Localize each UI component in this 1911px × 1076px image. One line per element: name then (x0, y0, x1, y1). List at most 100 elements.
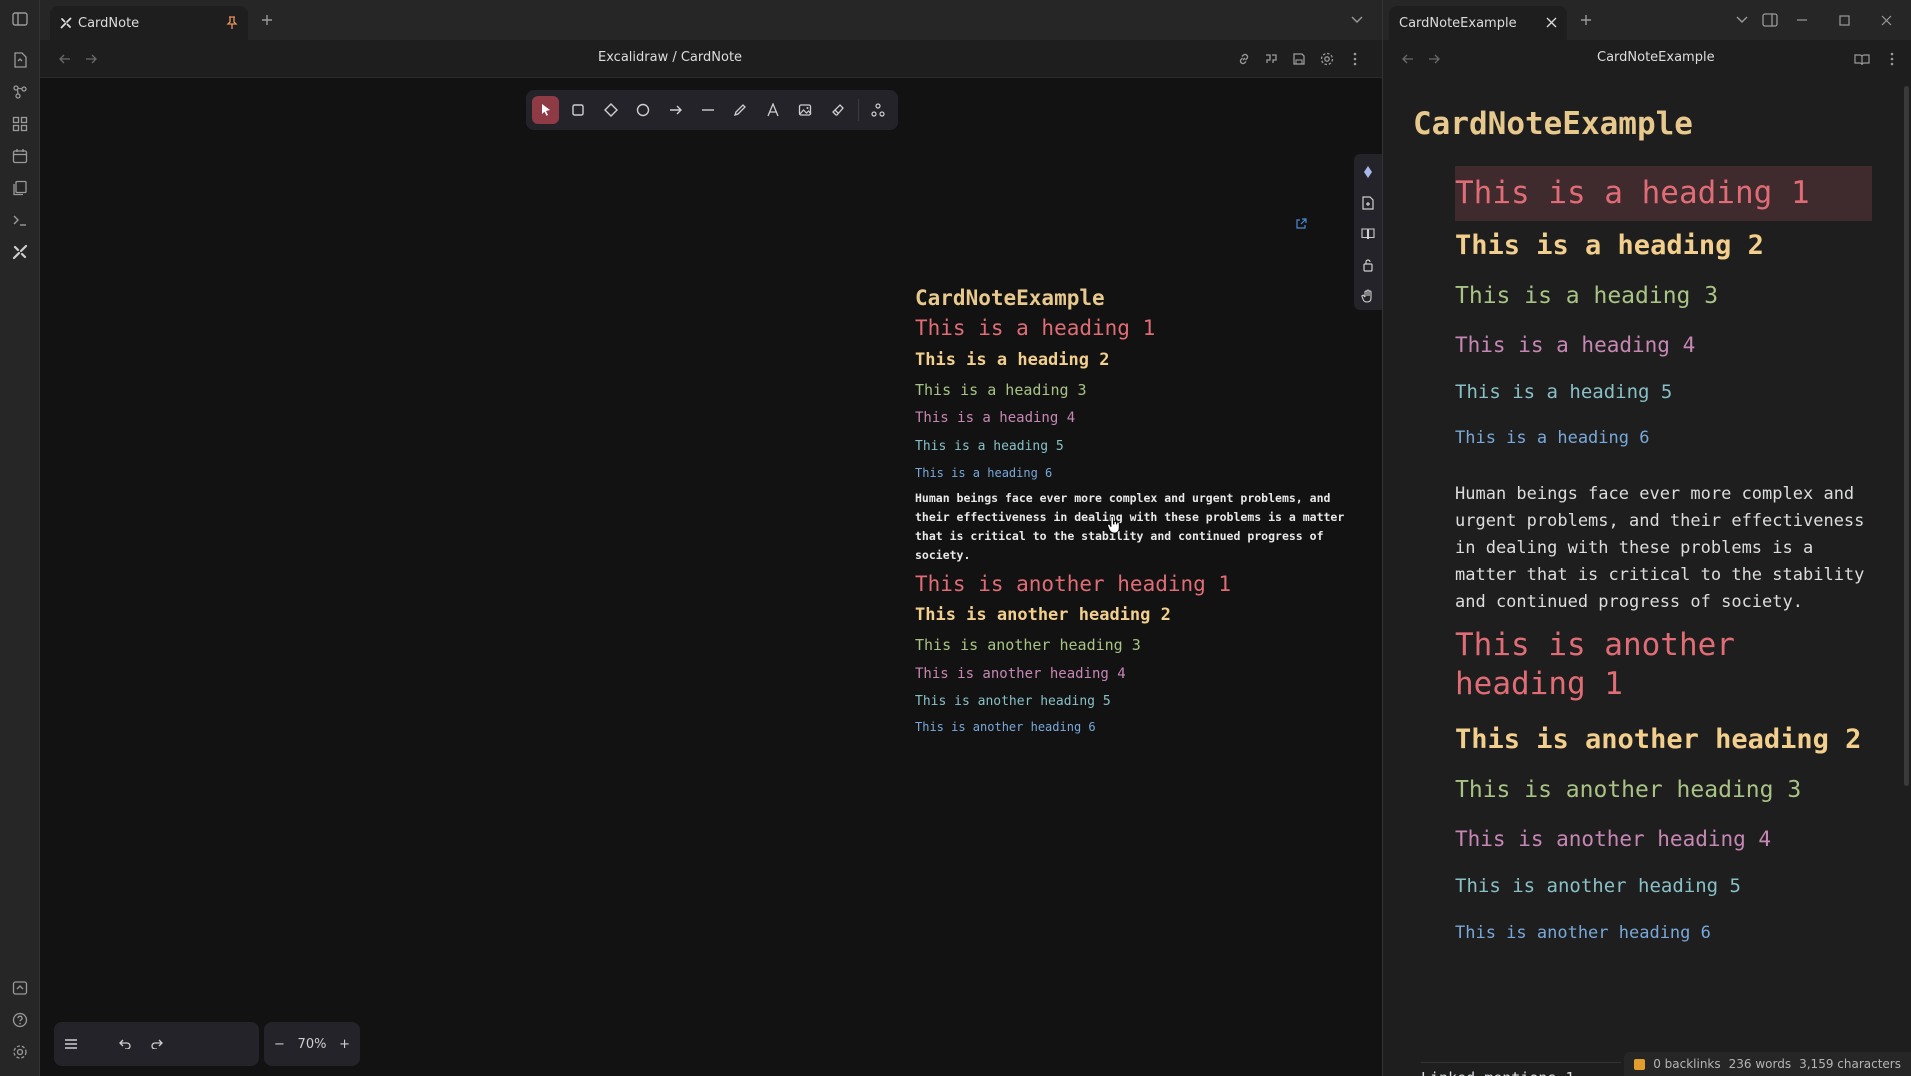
convert-file-icon[interactable] (1356, 189, 1380, 217)
hand-pan-icon[interactable] (1356, 282, 1380, 310)
heading-4: This is a heading 4 (1455, 333, 1696, 357)
templates-icon[interactable] (6, 174, 34, 202)
extra-tools-icon[interactable] (865, 96, 892, 124)
eraser-tool-icon[interactable] (824, 96, 851, 124)
maximize-window-icon[interactable] (1831, 7, 1857, 33)
card-another-heading-6: This is another heading 6 (915, 720, 1096, 734)
zoom-in-button[interactable]: + (339, 1037, 350, 1052)
sync-status-icon[interactable] (1634, 1058, 1646, 1070)
main-menu-hamburger-icon[interactable] (58, 1031, 84, 1057)
open-link-icon[interactable] (1296, 218, 1307, 229)
back-arrow-icon[interactable] (1395, 46, 1421, 72)
word-count: 236 words (1728, 1057, 1792, 1071)
new-tab-button[interactable] (254, 7, 280, 33)
rectangle-tool-icon[interactable] (564, 96, 591, 124)
zoom-controls: − 70% + (264, 1022, 360, 1066)
text-tool-icon[interactable] (759, 96, 786, 124)
view-title[interactable]: CardNoteExample (1597, 50, 1715, 65)
card-another-heading-4: This is another heading 4 (915, 666, 1126, 682)
canvas-icon[interactable] (6, 110, 34, 138)
settings-gear-icon[interactable] (6, 1038, 34, 1066)
heading-5: This is a heading 5 (1455, 381, 1673, 403)
pen-mode-icon[interactable] (1356, 158, 1380, 186)
card-heading-1: This is a heading 1 (915, 316, 1156, 340)
open-quick-switcher-icon[interactable] (6, 46, 34, 74)
excalidraw-icon[interactable] (6, 238, 34, 266)
more-options-icon[interactable] (1342, 46, 1368, 72)
back-arrow-icon[interactable] (52, 46, 78, 72)
right-view-header: CardNoteExample (1382, 40, 1911, 78)
linked-mentions-header[interactable]: Linked mentions 1 (1421, 1062, 1621, 1076)
forward-arrow-icon[interactable] (1421, 46, 1447, 72)
library-book-icon[interactable] (1356, 220, 1380, 248)
selection-tool-icon[interactable] (532, 96, 560, 124)
lock-icon[interactable] (1356, 251, 1380, 279)
card-heading-4: This is a heading 4 (915, 410, 1076, 426)
tab-list-chevron-down-icon[interactable] (1729, 7, 1755, 33)
card-heading-2: This is a heading 2 (915, 350, 1110, 370)
tab-cardnote[interactable]: CardNote (50, 6, 248, 40)
view-breadcrumb[interactable]: Excalidraw / CardNote (598, 50, 742, 65)
card-title: CardNoteExample (915, 286, 1105, 310)
vault-switcher-icon[interactable] (6, 974, 34, 1002)
another-heading-4: This is another heading 4 (1455, 827, 1772, 851)
toggle-right-sidebar-icon[interactable] (1757, 7, 1783, 33)
calendar-icon[interactable] (6, 142, 34, 170)
bottom-menu-bar (54, 1022, 259, 1066)
diamond-tool-icon[interactable] (597, 96, 624, 124)
hand-cursor-icon (1107, 516, 1121, 534)
link-icon[interactable] (1231, 46, 1257, 72)
help-icon[interactable] (6, 1006, 34, 1034)
draw-pencil-tool-icon[interactable] (727, 96, 754, 124)
new-tab-button[interactable] (1573, 7, 1599, 33)
left-ribbon (0, 0, 40, 1076)
image-tool-icon[interactable] (792, 96, 819, 124)
line-tool-icon[interactable] (694, 96, 721, 124)
excalidraw-canvas[interactable]: CardNoteExample This is a heading 1 This… (40, 78, 1382, 1076)
markdown-view-icon[interactable] (1258, 46, 1284, 72)
forward-arrow-icon[interactable] (78, 46, 104, 72)
tab-label: CardNote (78, 15, 140, 31)
note-title: CardNoteExample (1413, 106, 1693, 142)
minimize-window-icon[interactable] (1789, 7, 1815, 33)
reading-mode-book-icon[interactable] (1849, 46, 1875, 72)
card-another-heading-2: This is another heading 2 (915, 605, 1171, 625)
card-another-heading-5: This is another heading 5 (915, 694, 1111, 709)
excalidraw-tab-icon (60, 17, 72, 29)
tab-label: CardNoteExample (1399, 15, 1517, 31)
drawing-toolbar (526, 90, 898, 130)
zoom-out-button[interactable]: − (274, 1037, 285, 1052)
arrow-tool-icon[interactable] (662, 96, 689, 124)
status-bar: 0 backlinks 236 words 3,159 characters (1624, 1052, 1911, 1076)
card-another-heading-1: This is another heading 1 (915, 572, 1232, 596)
graph-view-icon[interactable] (6, 78, 34, 106)
heading-2: This is a heading 2 (1455, 230, 1764, 261)
tab-cardnoteexample[interactable]: CardNoteExample (1389, 6, 1567, 40)
zoom-level[interactable]: 70% (298, 1037, 327, 1052)
character-count: 3,159 characters (1799, 1057, 1901, 1071)
another-heading-6: This is another heading 6 (1455, 923, 1711, 943)
save-icon[interactable] (1286, 46, 1312, 72)
redo-icon[interactable] (144, 1031, 170, 1057)
card-another-heading-3: This is another heading 3 (915, 636, 1141, 654)
card-heading-3: This is a heading 3 (915, 381, 1087, 399)
heading-3: This is a heading 3 (1455, 283, 1719, 309)
backlinks-count[interactable]: 0 backlinks (1653, 1057, 1720, 1071)
another-heading-1: This is another heading 1 (1455, 627, 1735, 702)
undo-icon[interactable] (112, 1031, 138, 1057)
reading-view: CardNoteExample This is a heading 1 This… (1382, 78, 1911, 1076)
scripts-gear-icon[interactable] (1314, 46, 1340, 72)
excalidraw-side-toolbar (1354, 154, 1382, 310)
sidebar-toggle-icon[interactable] (6, 5, 34, 33)
tab-list-chevron-down-icon[interactable] (1344, 7, 1370, 33)
pin-icon[interactable] (226, 16, 238, 30)
scrollbar[interactable] (1904, 86, 1909, 786)
another-heading-5: This is another heading 5 (1455, 875, 1741, 897)
close-window-icon[interactable] (1873, 7, 1899, 33)
more-options-icon[interactable] (1879, 46, 1905, 72)
close-tab-icon[interactable] (1546, 17, 1557, 28)
right-tab-bar: CardNoteExample (1382, 0, 1911, 40)
command-palette-icon[interactable] (6, 206, 34, 234)
ellipse-tool-icon[interactable] (629, 96, 656, 124)
heading-6: This is a heading 6 (1455, 428, 1650, 448)
